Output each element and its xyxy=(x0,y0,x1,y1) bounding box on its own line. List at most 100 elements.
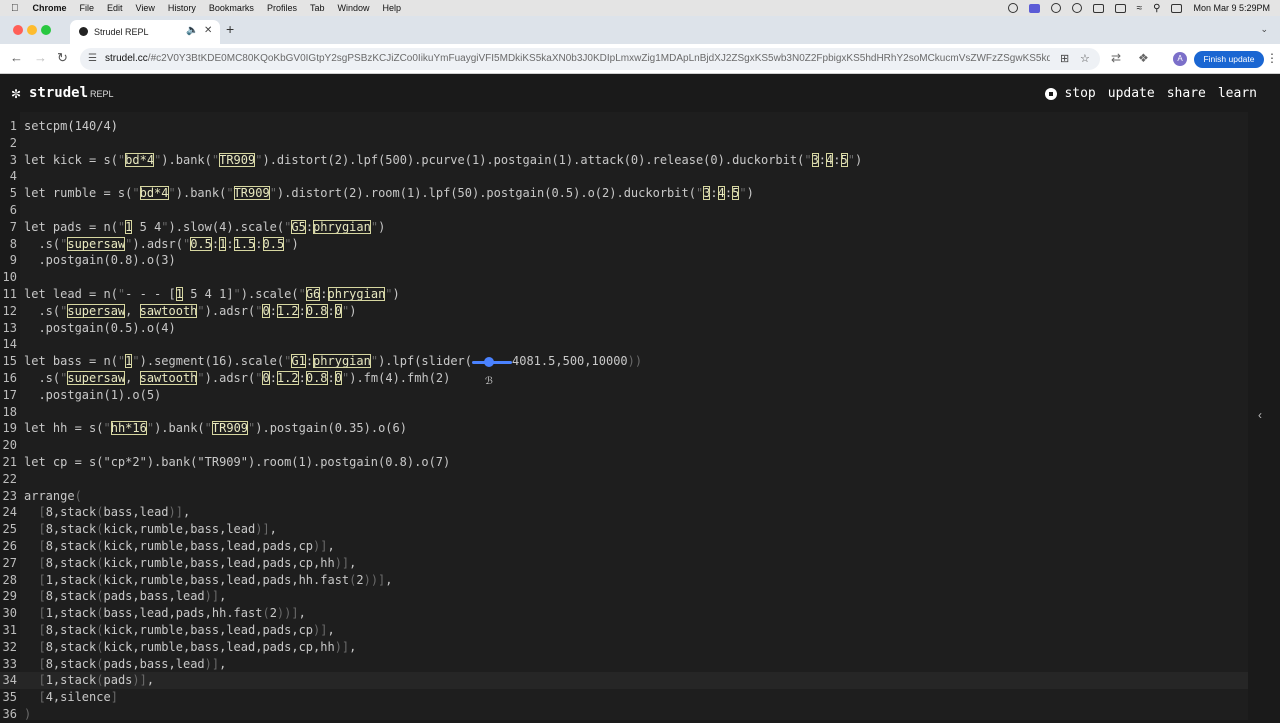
apple-icon[interactable]:  xyxy=(11,3,19,14)
code-line[interactable]: 22 xyxy=(0,471,1248,488)
window-zoom-button[interactable] xyxy=(41,25,51,35)
code-line[interactable]: 31 [8,stack(kick,rumble,bass,lead,pads,c… xyxy=(0,622,1248,639)
tracking-icon[interactable] xyxy=(1050,3,1061,13)
code-text[interactable]: let hh = s("hh*16").bank("TR909").postga… xyxy=(24,420,407,437)
code-line[interactable]: 32 [8,stack(kick,rumble,bass,lead,pads,c… xyxy=(0,639,1248,656)
code-line[interactable]: 15 let bass = n("1").segment(16).scale("G… xyxy=(0,353,1248,370)
menubar-clock[interactable]: Mon Mar 9 5:29PM xyxy=(1193,3,1270,13)
code-line[interactable]: 24 [8,stack(bass,lead)], xyxy=(0,504,1248,521)
tab-close-icon[interactable]: ✕ xyxy=(204,25,212,36)
code-line[interactable]: 29 [8,stack(pads,bass,lead)], xyxy=(0,588,1248,605)
profile-avatar[interactable]: A xyxy=(1173,52,1187,66)
code-line[interactable]: 3 let kick = s("bd*4").bank("TR909").dist… xyxy=(0,152,1248,169)
menu-window[interactable]: Window xyxy=(337,3,369,13)
code-editor[interactable]: 1 setcpm(140/4) 2 3 let kick = s("bd*4").b… xyxy=(0,112,1280,723)
code-text[interactable]: [8,stack(kick,rumble,bass,lead)], xyxy=(24,521,276,538)
code-line[interactable]: 13 .postgain(0.5).o(4) xyxy=(0,320,1248,337)
code-line[interactable]: 14 xyxy=(0,336,1248,353)
code-line[interactable]: 28 [1,stack(kick,rumble,bass,lead,pads,h… xyxy=(0,572,1248,589)
code-text[interactable]: [1,stack(kick,rumble,bass,lead,pads,hh.f… xyxy=(24,572,392,589)
menu-profiles[interactable]: Profiles xyxy=(267,3,297,13)
code-text[interactable]: setcpm(140/4) xyxy=(24,118,118,135)
app-status-icon[interactable] xyxy=(1071,3,1082,13)
extension-action-icon[interactable]: ⇄ xyxy=(1111,51,1121,65)
code-lines[interactable]: 1 setcpm(140/4) 2 3 let kick = s("bd*4").b… xyxy=(0,118,1248,723)
code-line[interactable]: 30 [1,stack(bass,lead,pads,hh.fast(2))], xyxy=(0,605,1248,622)
site-info-icon[interactable]: ☰ xyxy=(88,53,97,64)
reload-icon[interactable]: ↻ xyxy=(57,50,68,66)
install-app-icon[interactable]: ⊞ xyxy=(1060,52,1069,65)
code-line[interactable]: 5 let rumble = s("bd*4").bank("TR909").di… xyxy=(0,185,1248,202)
code-text[interactable]: .s("supersaw, sawtooth").adsr("0:1.2:0.8… xyxy=(24,303,356,320)
code-text[interactable]: [8,stack(kick,rumble,bass,lead,pads,cp)]… xyxy=(24,538,334,555)
code-text[interactable]: let cp = s("cp*2").bank("TR909").room(1)… xyxy=(24,454,450,471)
code-line[interactable]: 23 arrange( xyxy=(0,488,1248,505)
window-minimize-button[interactable] xyxy=(27,25,37,35)
code-text[interactable]: let rumble = s("bd*4").bank("TR909").dis… xyxy=(24,185,754,202)
code-line-active[interactable]: 34 [1,stack(pads)], xyxy=(0,672,1248,690)
code-line[interactable]: 21 let cp = s("cp*2").bank("TR909").room(… xyxy=(0,454,1248,471)
code-line[interactable]: 12 .s("supersaw, sawtooth").adsr("0:1.2:… xyxy=(0,303,1248,320)
code-text[interactable]: let lead = n("- - - [1 5 4 1]").scale("G… xyxy=(24,286,400,303)
code-line[interactable]: 36) xyxy=(0,706,1248,723)
code-line[interactable]: 7 let pads = n("1 5 4").slow(4).scale("G5… xyxy=(0,219,1248,236)
code-text[interactable]: ) xyxy=(24,706,31,723)
menu-history[interactable]: History xyxy=(168,3,196,13)
lpf-slider[interactable] xyxy=(472,355,512,369)
code-line[interactable]: 4 xyxy=(0,168,1248,185)
text-input-icon[interactable] xyxy=(1092,3,1104,13)
code-line[interactable]: 8 .s("supersaw").adsr("0.5:1:1.5:0.5") xyxy=(0,236,1248,253)
menu-help[interactable]: Help xyxy=(382,3,401,13)
code-text[interactable]: [1,stack(pads)], xyxy=(24,672,154,689)
code-text[interactable]: .s("supersaw").adsr("0.5:1:1.5:0.5") xyxy=(24,236,299,253)
code-text[interactable]: arrange( xyxy=(24,488,82,505)
code-text[interactable]: .postgain(0.5).o(4) xyxy=(24,320,175,337)
bookmark-star-icon[interactable]: ☆ xyxy=(1080,52,1090,65)
code-line[interactable]: 17 .postgain(1).o(5) xyxy=(0,387,1248,404)
code-line[interactable]: 33 [8,stack(pads,bass,lead)], xyxy=(0,656,1248,673)
code-text[interactable]: [1,stack(bass,lead,pads,hh.fast(2))], xyxy=(24,605,305,622)
extensions-puzzle-icon[interactable]: ❖ xyxy=(1138,51,1149,65)
code-line[interactable]: 26 [8,stack(kick,rumble,bass,lead,pads,c… xyxy=(0,538,1248,555)
battery-icon[interactable] xyxy=(1114,3,1126,13)
tab-search-chevron-icon[interactable]: ⌄ xyxy=(1260,24,1268,35)
code-text[interactable]: let kick = s("bd*4").bank("TR909").disto… xyxy=(24,152,862,169)
stop-button[interactable]: stop xyxy=(1045,86,1096,101)
wifi-icon[interactable]: ≈ xyxy=(1137,3,1143,14)
code-text[interactable]: [8,stack(kick,rumble,bass,lead,pads,cp,h… xyxy=(24,639,356,656)
code-line[interactable]: 6 xyxy=(0,202,1248,219)
share-button[interactable]: share xyxy=(1167,86,1206,101)
address-url[interactable]: strudel.cc/#c2V0Y3BtKDE0MC80KQoKbGV0IGtp… xyxy=(105,53,1050,64)
slider-thumb[interactable] xyxy=(484,356,494,367)
spotlight-search-icon[interactable]: ⚲ xyxy=(1153,3,1160,14)
code-text[interactable]: [8,stack(pads,bass,lead)], xyxy=(24,588,226,605)
screen-record-icon[interactable] xyxy=(1028,3,1040,13)
code-text[interactable]: [8,stack(pads,bass,lead)], xyxy=(24,656,226,673)
code-text[interactable]: .postgain(1).o(5) xyxy=(24,387,161,404)
menu-app-name[interactable]: Chrome xyxy=(33,3,67,13)
menu-tab[interactable]: Tab xyxy=(310,3,325,13)
code-line[interactable]: 1 setcpm(140/4) xyxy=(0,118,1248,135)
code-line[interactable]: 35 [4,silence] xyxy=(0,689,1248,706)
code-text[interactable]: let pads = n("1 5 4").slow(4).scale("G5:… xyxy=(24,219,385,236)
code-line[interactable]: 2 xyxy=(0,135,1248,152)
code-line[interactable]: 10 xyxy=(0,269,1248,286)
code-line[interactable]: 11 let lead = n("- - - [1 5 4 1]").scale(… xyxy=(0,286,1248,303)
code-text[interactable]: .postgain(0.8).o(3) xyxy=(24,252,175,269)
code-line[interactable]: 19 let hh = s("hh*16").bank("TR909").post… xyxy=(0,420,1248,437)
window-close-button[interactable] xyxy=(13,25,23,35)
code-text[interactable]: [8,stack(kick,rumble,bass,lead,pads,cp,h… xyxy=(24,555,356,572)
code-line[interactable]: 20 xyxy=(0,437,1248,454)
code-text[interactable]: [8,stack(kick,rumble,bass,lead,pads,cp)]… xyxy=(24,622,334,639)
focus-icon[interactable] xyxy=(1007,3,1018,13)
code-text[interactable]: [4,silence] xyxy=(24,689,118,706)
menu-bookmarks[interactable]: Bookmarks xyxy=(209,3,254,13)
new-tab-icon[interactable]: + xyxy=(226,21,234,37)
update-button[interactable]: update xyxy=(1108,86,1155,101)
browser-tab[interactable]: Strudel REPL 🔈 ✕ xyxy=(70,20,220,44)
menu-file[interactable]: File xyxy=(80,3,95,13)
code-text[interactable]: .s("supersaw, sawtooth").adsr("0:1.2:0.8… xyxy=(24,370,450,387)
code-line[interactable]: 18 xyxy=(0,404,1248,421)
finish-update-button[interactable]: Finish update xyxy=(1194,51,1264,68)
code-text[interactable]: [8,stack(bass,lead)], xyxy=(24,504,190,521)
